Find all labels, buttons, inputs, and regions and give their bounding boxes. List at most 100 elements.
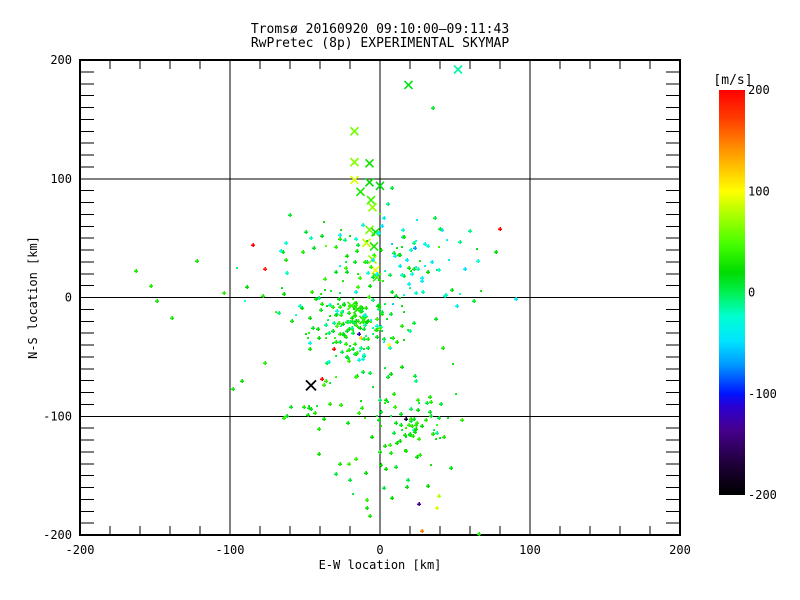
data-point [347, 311, 351, 315]
x-tick-label: -100 [216, 543, 245, 557]
data-point [468, 229, 472, 233]
data-point [417, 437, 421, 441]
data-point [302, 405, 306, 409]
data-point [430, 260, 434, 264]
data-point [360, 406, 364, 410]
data-point [327, 319, 329, 321]
data-point [419, 260, 421, 262]
data-point [355, 249, 359, 253]
data-point [452, 363, 454, 365]
data-point [342, 280, 344, 282]
data-point [316, 327, 320, 331]
data-point [284, 258, 288, 262]
data-point [360, 400, 362, 402]
data-point [339, 403, 343, 407]
data-point [325, 333, 327, 335]
data-point [398, 264, 402, 268]
data-point [323, 277, 327, 281]
data-point [384, 402, 386, 404]
data-point [448, 259, 450, 261]
data-point [407, 329, 409, 331]
data-point [222, 291, 226, 295]
data-point [396, 247, 398, 249]
data-point [413, 246, 417, 250]
colorbar-tick-label: 200 [748, 83, 770, 97]
data-point [353, 308, 355, 310]
data-point [357, 411, 361, 415]
data-point [301, 250, 305, 254]
data-point [426, 270, 430, 274]
data-point-cross [364, 177, 375, 187]
data-point [393, 405, 397, 409]
data-point [334, 245, 338, 249]
data-point [361, 223, 365, 227]
data-point [418, 402, 420, 404]
data-point [361, 370, 365, 374]
data-point [345, 270, 349, 274]
data-point [421, 290, 425, 294]
data-point [359, 350, 361, 352]
data-point [389, 372, 393, 376]
data-point [323, 221, 325, 223]
data-point [414, 291, 418, 295]
data-point [170, 316, 174, 320]
data-point-cross [355, 187, 366, 197]
data-point [383, 341, 385, 343]
data-point [494, 250, 498, 254]
data-point [375, 317, 379, 321]
data-point [428, 395, 432, 399]
data-point [390, 290, 394, 294]
data-point [366, 240, 368, 242]
data-point [390, 415, 392, 417]
data-point [356, 285, 360, 289]
data-point [433, 216, 437, 220]
data-point [442, 435, 446, 439]
data-point [329, 382, 331, 384]
data-point [357, 332, 361, 336]
data-point [358, 276, 362, 280]
data-point [463, 267, 467, 271]
data-point [437, 494, 441, 498]
data-point [428, 410, 432, 414]
data-point [438, 246, 440, 248]
data-point [384, 270, 386, 272]
data-point [288, 213, 292, 217]
data-point-cross [367, 202, 378, 212]
data-point [263, 267, 267, 271]
y-axis-label: N-S location [km] [26, 236, 40, 359]
data-point [424, 265, 426, 267]
data-point [433, 429, 435, 431]
data-point [368, 514, 372, 518]
data-point [351, 331, 355, 335]
data-point [334, 337, 336, 339]
data-point [345, 254, 349, 258]
data-point [378, 450, 382, 454]
data-point [356, 243, 360, 247]
data-point [275, 311, 277, 313]
data-point [414, 379, 418, 383]
data-point [339, 292, 341, 294]
data-point [441, 346, 445, 350]
data-point [319, 308, 323, 312]
data-point [384, 367, 386, 369]
data-point [405, 427, 407, 429]
data-point [372, 327, 374, 329]
data-point [328, 402, 332, 406]
data-point [407, 266, 411, 270]
x-tick-label: 0 [376, 543, 383, 557]
data-point [406, 478, 410, 482]
data-point [343, 238, 347, 242]
data-point [340, 229, 342, 231]
data-point [353, 342, 357, 346]
data-point [436, 424, 438, 426]
colorbar-tick-label: 0 [748, 286, 755, 300]
data-point [435, 506, 439, 510]
data-point [387, 401, 389, 403]
data-point [384, 303, 386, 305]
data-point [430, 464, 432, 466]
data-point [349, 235, 351, 237]
data-point [401, 305, 403, 307]
data-point [373, 234, 375, 236]
data-point [364, 417, 366, 419]
data-point [389, 312, 393, 316]
